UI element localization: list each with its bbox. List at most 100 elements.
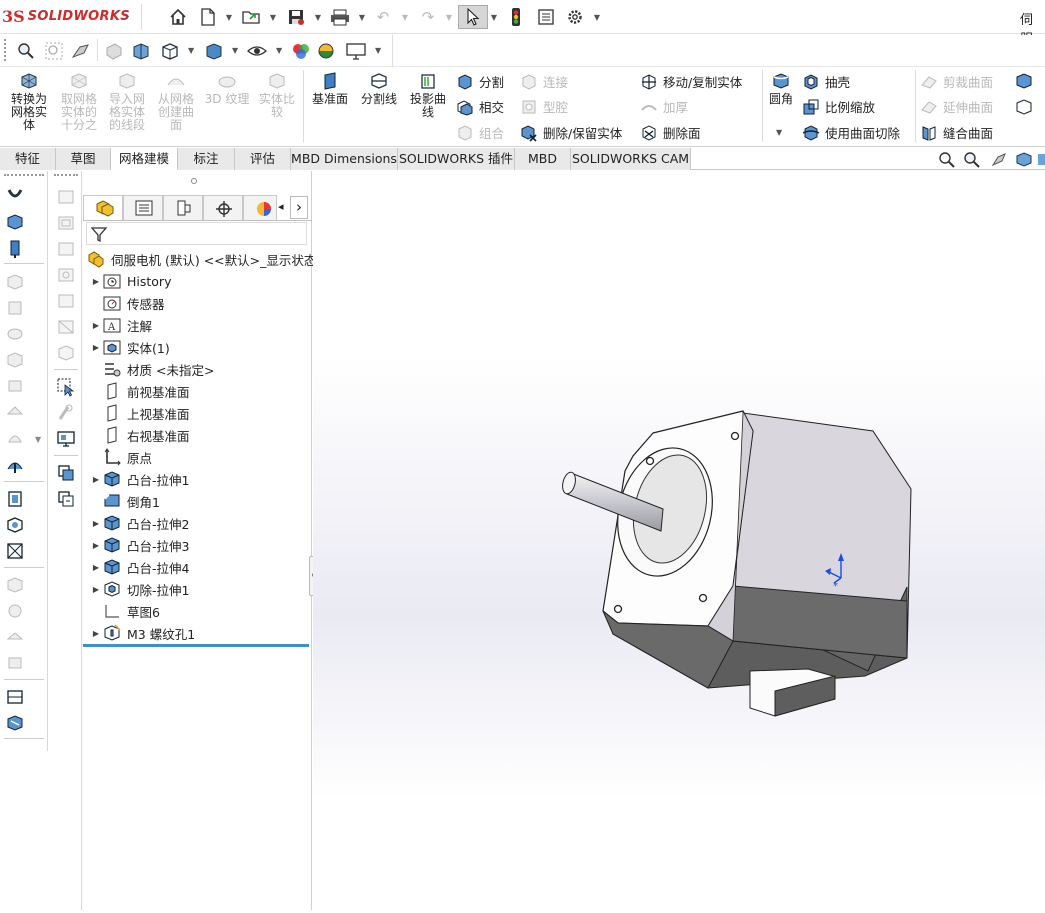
- paste-entities-icon[interactable]: [56, 489, 76, 509]
- revolved-cut-icon[interactable]: [5, 350, 25, 370]
- chevron-down-icon[interactable]: ▼: [232, 46, 238, 55]
- previous-view-icon[interactable]: [990, 151, 1008, 168]
- undo-icon[interactable]: ↶: [372, 5, 394, 29]
- tree-item-front-plane[interactable]: 前视基准面: [89, 380, 190, 402]
- reference-plane-button[interactable]: 基准面: [307, 71, 353, 106]
- cavity-button[interactable]: 型腔: [520, 97, 568, 116]
- tab-mesh-modeling[interactable]: 网格建模: [111, 148, 178, 170]
- hide-show-items-icon[interactable]: [204, 41, 224, 61]
- expand-arrow-icon[interactable]: ▶: [89, 585, 103, 594]
- tree-item-annotations[interactable]: ▶ A 注解: [89, 314, 152, 336]
- eye-icon[interactable]: [246, 41, 268, 61]
- expand-arrow-icon[interactable]: ▶: [89, 563, 103, 572]
- chevron-down-icon[interactable]: ▼: [224, 5, 234, 29]
- chevron-down-icon[interactable]: ▼: [776, 128, 782, 137]
- intersect-button[interactable]: 相交: [456, 97, 504, 116]
- tab-evaluate[interactable]: 评估: [235, 148, 291, 170]
- sketch-spline-icon[interactable]: [56, 317, 76, 337]
- apply-scene-icon[interactable]: [316, 41, 336, 61]
- chevron-right-icon[interactable]: ›: [290, 196, 308, 219]
- extruded-cut-icon[interactable]: [5, 324, 25, 344]
- tab-configuration-manager[interactable]: [163, 195, 203, 220]
- tree-item-origin[interactable]: 原点: [89, 446, 152, 468]
- chevron-down-icon[interactable]: ▼: [444, 5, 454, 29]
- boundary-boss-icon[interactable]: [5, 298, 25, 318]
- trim-surface-button[interactable]: 剪裁曲面: [920, 72, 993, 91]
- delete-keep-body-button[interactable]: 删除/保留实体: [520, 123, 622, 142]
- tab-mbd[interactable]: MBD: [515, 148, 571, 170]
- tree-item-chamfer-1[interactable]: 倒角1: [89, 490, 160, 512]
- wrap-icon[interactable]: [5, 601, 25, 621]
- convert-to-mesh-body-button[interactable]: 转换为 网格实 体: [6, 71, 52, 132]
- expand-arrow-icon[interactable]: ▶: [89, 277, 103, 286]
- zoom-to-area-icon[interactable]: [963, 151, 981, 168]
- file-properties-icon[interactable]: [535, 5, 557, 29]
- expand-arrow-icon[interactable]: ▶: [89, 519, 103, 528]
- chevron-down-icon[interactable]: ▼: [313, 5, 323, 29]
- print-icon[interactable]: [328, 5, 352, 29]
- display-window-icon[interactable]: [56, 429, 76, 449]
- sketch-ellipse-icon[interactable]: [56, 343, 76, 363]
- tree-item-boss-extrude-1[interactable]: ▶ 凸台-拉伸1: [89, 468, 189, 490]
- 3d-texture-button[interactable]: 3D 纹理: [203, 71, 251, 106]
- tree-item-boss-extrude-4[interactable]: ▶ 凸台-拉伸4: [89, 556, 189, 578]
- tab-display-manager[interactable]: [243, 195, 277, 220]
- rollback-bar[interactable]: [83, 644, 309, 647]
- chevron-left-icon[interactable]: ◂: [278, 200, 284, 213]
- tree-item-top-plane[interactable]: 上视基准面: [89, 402, 190, 424]
- move-copy-body-button[interactable]: 移动/复制实体: [640, 72, 742, 91]
- intersect-toolbar-icon[interactable]: [5, 627, 25, 647]
- expand-arrow-icon[interactable]: ▶: [89, 541, 103, 550]
- surface-from-mesh-button[interactable]: 从网格 创建曲 面: [153, 71, 199, 132]
- expand-arrow-icon[interactable]: ▶: [89, 475, 103, 484]
- grip-handle[interactable]: [4, 39, 8, 61]
- tree-item-m3-tapped-hole-1[interactable]: ▶ M3 螺纹孔1: [89, 622, 195, 644]
- swept-cut-icon[interactable]: [5, 376, 25, 396]
- sketch-rectangle-icon[interactable]: [56, 187, 76, 207]
- split-button[interactable]: 分割: [456, 72, 504, 91]
- rebuild-traffic-light-icon[interactable]: [506, 5, 526, 29]
- solidworks-logo[interactable]: 3S SOLIDWORKS: [2, 7, 130, 26]
- tab-sketch[interactable]: 草图: [56, 148, 111, 170]
- tree-root-part[interactable]: 伺服电机 (默认) <<默认>_显示状态 1: [87, 248, 328, 270]
- tab-feature-manager[interactable]: [83, 195, 123, 220]
- tree-item-sensors[interactable]: 传感器: [89, 292, 165, 314]
- zoom-to-fit-icon[interactable]: [16, 41, 36, 61]
- tree-item-right-plane[interactable]: 右视基准面: [89, 424, 190, 446]
- chevron-down-icon[interactable]: ▼: [276, 46, 282, 55]
- chevron-down-icon[interactable]: ▼: [188, 46, 194, 55]
- chevron-right-icon[interactable]: ›: [125, 9, 130, 23]
- ruled-surface-icon[interactable]: [1014, 98, 1034, 116]
- open-icon[interactable]: [239, 5, 265, 29]
- tab-solidworks-addins[interactable]: SOLIDWORKS 插件: [398, 148, 515, 170]
- cut-with-surface-button[interactable]: 使用曲面切除: [802, 123, 900, 142]
- zoom-to-area-icon[interactable]: [44, 41, 64, 61]
- mirror-icon[interactable]: [5, 653, 25, 673]
- delete-face-button[interactable]: 删除面: [640, 123, 701, 142]
- select-filter-icon[interactable]: [56, 377, 76, 397]
- linear-pattern-icon[interactable]: [5, 489, 25, 509]
- new-document-icon[interactable]: [196, 5, 220, 29]
- lofted-cut-icon[interactable]: [5, 402, 25, 422]
- scale-button[interactable]: 比例缩放: [802, 97, 875, 116]
- decimate-mesh-body-button[interactable]: 取网格 实体的 十分之: [56, 71, 102, 132]
- view-orientation-icon[interactable]: [131, 41, 151, 61]
- chevron-down-icon[interactable]: ▼: [268, 5, 278, 29]
- tree-item-cut-extrude-1[interactable]: ▶ 切除-拉伸1: [89, 578, 189, 600]
- section-view-icon[interactable]: [104, 41, 124, 61]
- radiate-surface-icon[interactable]: [1014, 72, 1034, 90]
- shell-button[interactable]: 抽壳: [802, 72, 850, 91]
- view-settings-icon[interactable]: [345, 41, 367, 61]
- lofted-boss-icon[interactable]: [5, 272, 25, 292]
- fillet-toolbar-icon[interactable]: [5, 455, 25, 475]
- combine-button[interactable]: 组合: [456, 123, 504, 142]
- shell-toolbar-icon[interactable]: [5, 575, 25, 595]
- home-icon[interactable]: [166, 5, 190, 29]
- copy-entities-icon[interactable]: [56, 463, 76, 483]
- servo-motor-model[interactable]: *: [313, 171, 1045, 910]
- chevron-down-icon[interactable]: ▼: [357, 5, 367, 29]
- join-button[interactable]: 连接: [520, 72, 568, 91]
- sketch-polygon-icon[interactable]: [56, 239, 76, 259]
- swept-boss-icon[interactable]: [5, 238, 25, 258]
- chevron-down-icon[interactable]: ▼: [35, 435, 41, 444]
